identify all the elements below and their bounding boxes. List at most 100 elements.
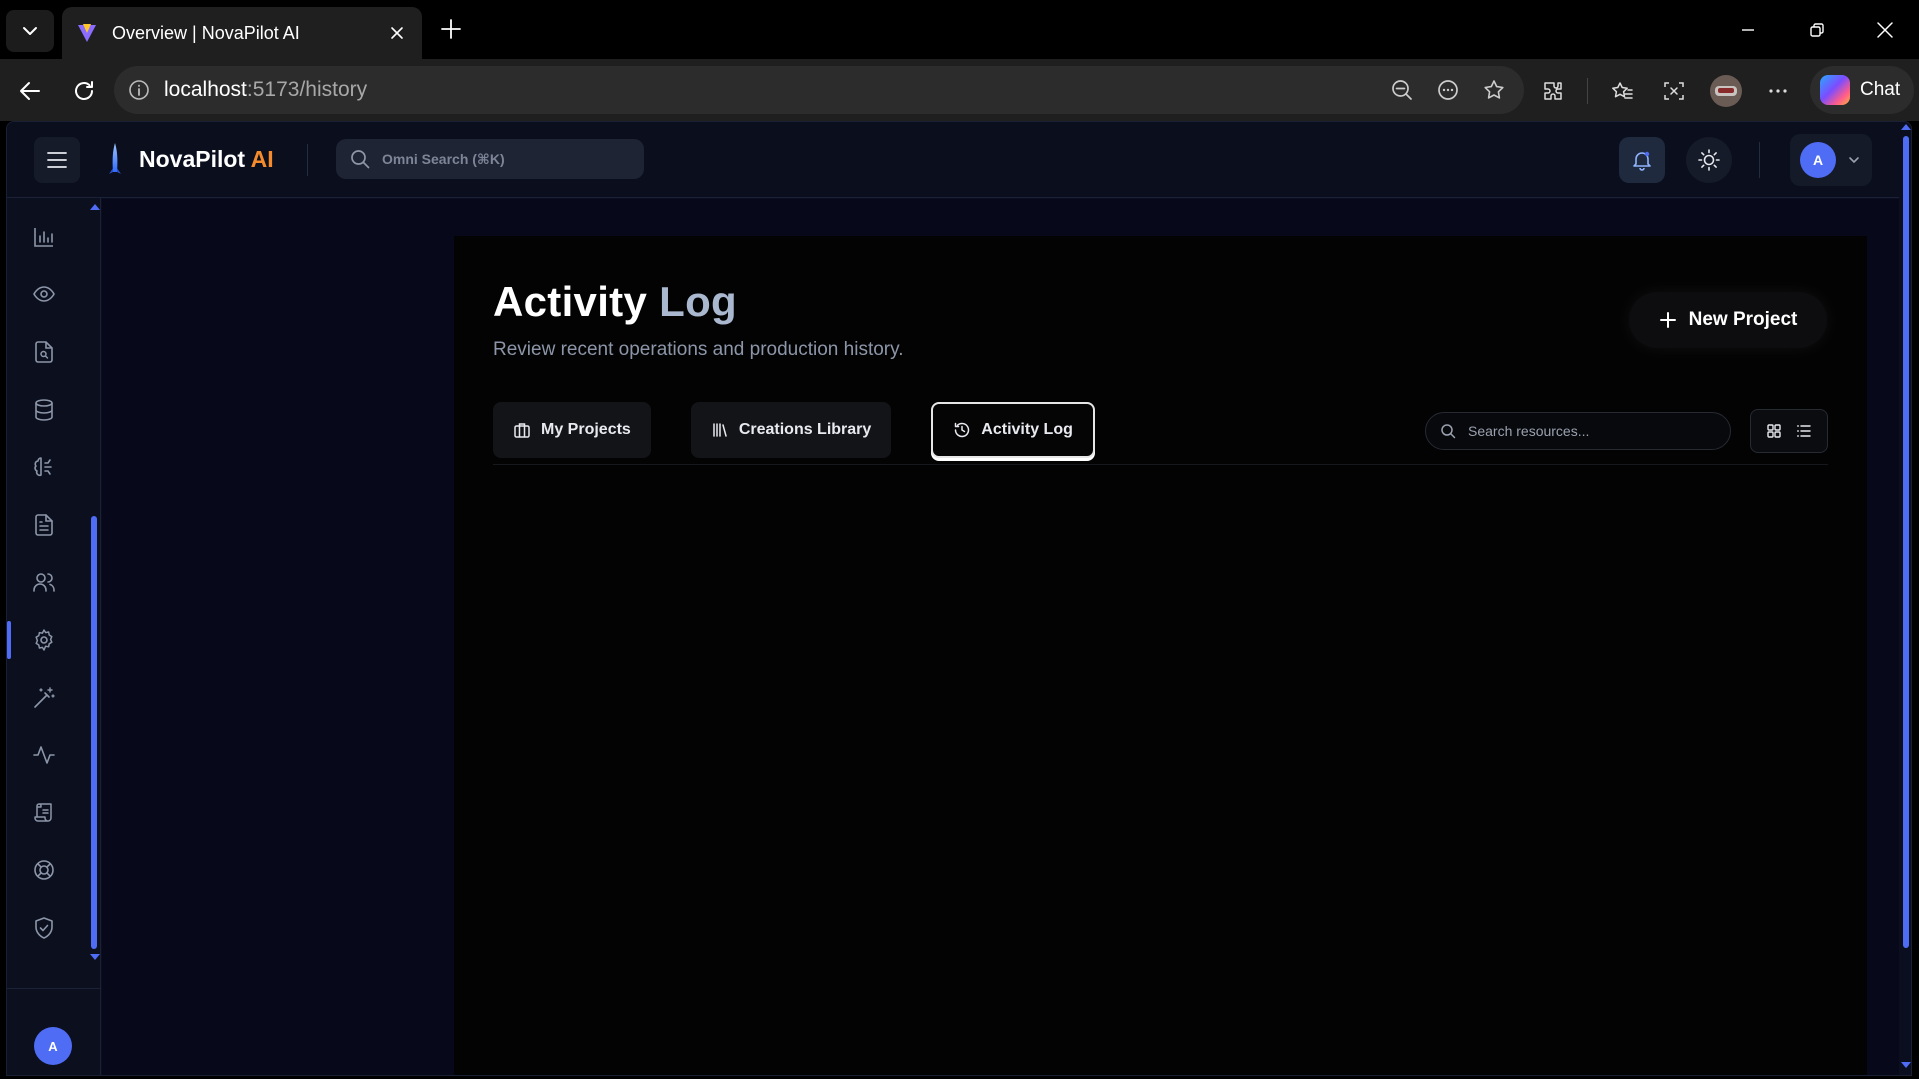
tab-creations-library-label: Creations Library [738,421,872,438]
resource-search-input[interactable] [1468,423,1708,439]
refresh-icon [75,81,93,100]
url-path: :5173/history [246,78,368,101]
app-header: NovaPilot AI Omni Search (⌘K) A [7,122,1911,198]
minimize-button[interactable] [1728,10,1768,50]
sidebar-item-scroll[interactable] [14,784,74,842]
sidebar-item-settings[interactable] [7,611,74,669]
url-host: localhost [164,78,247,101]
sun-icon [1698,149,1720,171]
sidebar-scroll-thumb[interactable] [91,516,97,949]
profile-avatar-icon[interactable] [1708,73,1744,109]
page-scroll-up-icon[interactable] [1901,124,1911,130]
scroll-up-arrow-icon[interactable] [90,204,100,210]
rocket-logo-icon [109,143,121,174]
sidebar: A [7,198,101,1075]
close-window-button[interactable] [1865,10,1905,50]
user-menu-button[interactable]: A [1790,134,1872,186]
sidebar-item-overview[interactable] [14,266,74,324]
tab-my-projects-label: My Projects [541,421,631,438]
header-divider-right [1759,142,1760,178]
copilot-icon [1820,75,1850,105]
sidebar-item-magic[interactable] [14,669,74,727]
brand-name-main: NovaPilot [139,145,246,172]
scroll-down-arrow-icon[interactable] [90,954,100,960]
menu-toggle-button[interactable] [34,137,80,183]
hamburger-icon [47,152,67,168]
sidebar-item-activity[interactable] [14,726,74,784]
restore-button[interactable] [1797,10,1837,50]
grid-icon [1767,424,1781,438]
tab-creations-library[interactable]: Creations Library [690,402,892,458]
grid-view-button[interactable] [1761,418,1787,444]
sidebar-item-support[interactable] [14,842,74,900]
content-panel: Activity Log Review recent operations an… [454,236,1867,1075]
info-icon[interactable] [128,79,150,101]
new-tab-button[interactable] [436,14,466,44]
tab-activity-log[interactable]: Activity Log [931,402,1095,458]
bell-icon [1633,151,1651,171]
brain-icon [34,457,52,477]
page-scroll-thumb[interactable] [1903,136,1909,948]
zoom-out-icon[interactable] [1386,74,1418,106]
bar-chart-icon [34,227,53,247]
notifications-button[interactable] [1619,137,1665,183]
close-tab-icon[interactable] [386,22,408,44]
sidebar-item-analytics[interactable] [14,208,74,266]
sidebar-item-database[interactable] [14,381,74,439]
extensions-icon[interactable] [1535,73,1571,109]
tabs-divider [493,464,1828,465]
browser-tab-title: Overview | NovaPilot AI [112,22,300,43]
browser-tab-active[interactable]: Overview | NovaPilot AI [62,7,422,59]
view-toggle [1750,409,1828,453]
copilot-chat-button[interactable]: Chat [1810,66,1914,114]
arrow-left-icon [20,82,40,100]
back-button[interactable] [12,73,48,109]
search-icon [1441,424,1456,439]
brand-logo[interactable]: NovaPilot AI [107,142,274,176]
chat-label: Chat [1860,79,1901,100]
address-url: localhost:5173/history [164,78,367,102]
favorite-star-icon[interactable] [1478,74,1510,106]
sidebar-item-security[interactable] [14,899,74,957]
more-options-icon[interactable] [1760,73,1796,109]
brand-name-suffix: AI [250,145,274,172]
scroll-icon [34,802,52,822]
tab-my-projects[interactable]: My Projects [493,402,651,458]
pulse-icon [33,746,55,764]
sidebar-item-users[interactable] [14,554,74,612]
page-subtitle: Review recent operations and production … [493,339,904,360]
plus-icon [441,19,461,39]
omni-search-input[interactable]: Omni Search (⌘K) [336,139,644,179]
vite-favicon-icon [78,24,96,42]
app-window: NovaPilot AI Omni Search (⌘K) A A Activi… [6,121,1912,1076]
screenshot-icon[interactable] [1656,73,1692,109]
address-bar[interactable]: localhost:5173/history [114,66,1524,114]
brand-name: NovaPilot AI [139,146,274,173]
page-scroll-down-icon[interactable] [1901,1062,1911,1068]
sidebar-user-avatar[interactable]: A [34,1027,72,1065]
lifebuoy-icon [34,860,54,881]
page-title-main: Activity [493,278,648,325]
refresh-button[interactable] [66,73,102,109]
toolbar-divider [1587,78,1588,104]
list-view-button[interactable] [1791,418,1817,444]
browser-tab-bar: Overview | NovaPilot AI [0,0,1919,59]
theme-toggle-button[interactable] [1686,137,1732,183]
reading-mode-icon[interactable] [1432,74,1464,106]
tab-actions-menu[interactable] [6,10,54,52]
users-icon [33,573,55,593]
sidebar-item-documents[interactable] [14,496,74,554]
chevron-down-icon [23,27,37,35]
sidebar-scrollbar[interactable] [89,198,101,968]
sidebar-item-document-search[interactable] [14,323,74,381]
file-text-icon [35,513,53,536]
sidebar-item-models[interactable] [14,438,74,496]
page-scrollbar[interactable] [1899,122,1911,1075]
resource-search[interactable] [1425,412,1731,450]
favorites-icon[interactable] [1604,73,1640,109]
wand-icon [34,686,55,708]
new-project-button[interactable]: New Project [1629,292,1827,348]
main-content: Activity Log Review recent operations an… [102,199,1907,1075]
minimize-icon [1742,29,1754,31]
sidebar-nav [7,208,97,957]
